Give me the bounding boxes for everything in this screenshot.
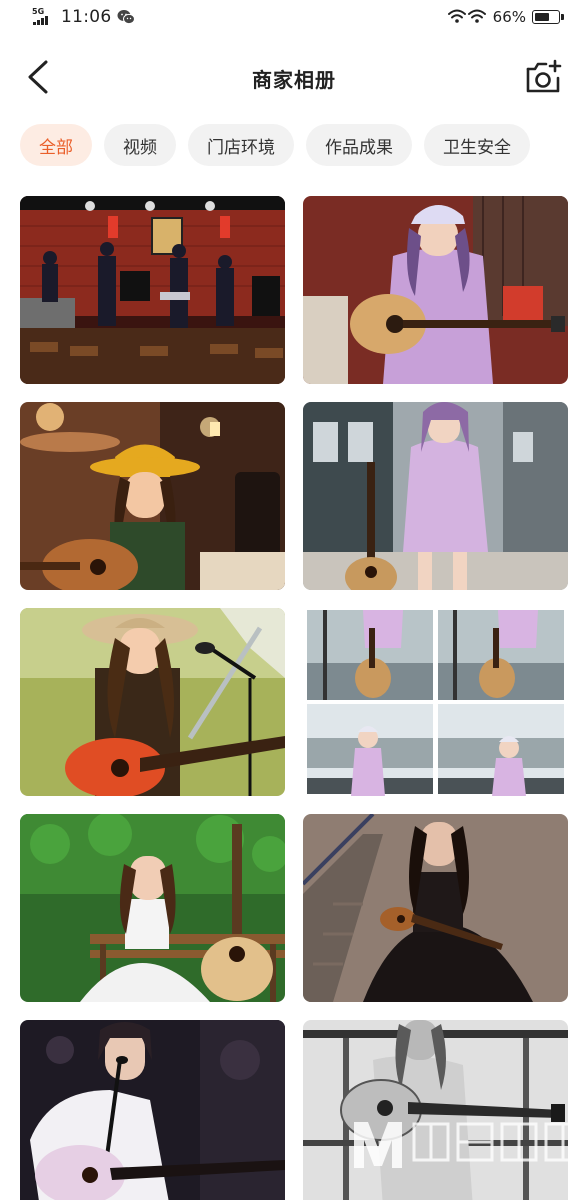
site-watermark-logo — [354, 1122, 582, 1168]
cafe-girl-photo — [20, 402, 285, 590]
collage-photo — [303, 608, 568, 796]
wechat-notification-icon — [117, 10, 135, 25]
filter-tab-hygiene-safety[interactable]: 卫生安全 — [424, 124, 530, 166]
garden-bench-girl-photo — [20, 814, 285, 1002]
street-girl-photo — [303, 402, 568, 590]
album-photo[interactable] — [303, 814, 568, 1002]
filter-tab-store-environment[interactable]: 门店环境 — [188, 124, 294, 166]
network-type: 5G — [32, 7, 45, 16]
album-photo[interactable] — [20, 1020, 285, 1200]
album-photo[interactable] — [20, 814, 285, 1002]
filter-tabs: 全部 视频 门店环境 作品成果 卫生安全 — [20, 124, 530, 166]
album-photo[interactable] — [303, 402, 568, 590]
wifi-icon — [447, 9, 486, 23]
status-bar: 5G 11:06 66% — [0, 0, 588, 36]
nav-bar: 商家相册 — [0, 40, 588, 116]
band-stage-photo — [20, 196, 285, 384]
photo-grid — [20, 196, 568, 1200]
stairs-ukulele-photo — [303, 814, 568, 1002]
filter-tab-video[interactable]: 视频 — [104, 124, 176, 166]
album-photo[interactable] — [303, 196, 568, 384]
stage-mic-girl-photo — [20, 1020, 285, 1200]
filter-tab-all[interactable]: 全部 — [20, 124, 92, 166]
battery-percent: 66% — [492, 8, 526, 26]
album-photo[interactable] — [303, 608, 568, 796]
cellular-signal-icon: 5G — [30, 7, 56, 26]
album-photo[interactable] — [20, 402, 285, 590]
add-photo-camera-icon[interactable] — [524, 58, 564, 96]
page-title: 商家相册 — [252, 68, 336, 92]
filter-tab-work-results[interactable]: 作品成果 — [306, 124, 412, 166]
outdoor-mic-girl-photo — [20, 608, 285, 796]
girl-guitar-photo — [303, 196, 568, 384]
battery-icon — [532, 10, 564, 24]
clock: 11:06 — [61, 7, 112, 27]
album-photo[interactable] — [20, 608, 285, 796]
album-photo[interactable] — [20, 196, 285, 384]
